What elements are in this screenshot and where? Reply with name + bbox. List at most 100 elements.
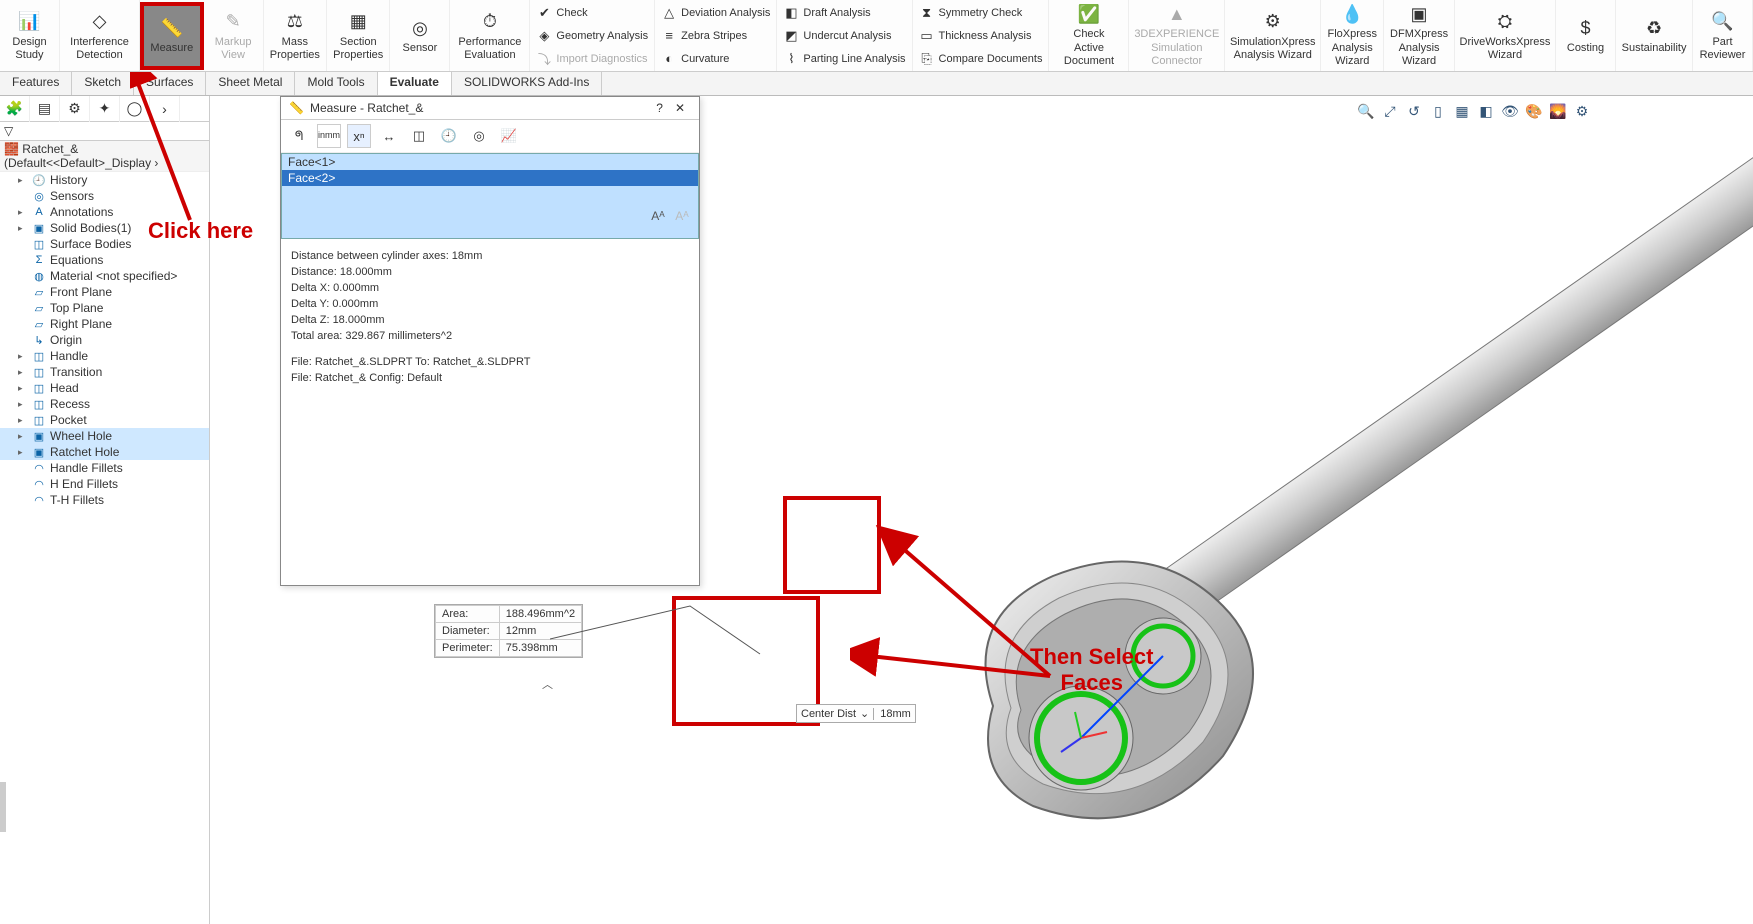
part-reviewer-button[interactable]: 🔍PartReviewer (1693, 0, 1753, 72)
close-icon[interactable]: ✕ (669, 101, 691, 115)
measure-dialog[interactable]: 📏 Measure - Ratchet_& ? ✕ ᖗ inmm xⁿ ↔ ◫ … (280, 96, 700, 586)
tree-filter[interactable]: ▽ (0, 122, 209, 141)
measure-font-controls: Aᴬ Aᴬ (649, 207, 691, 225)
tab-sheet-metal[interactable]: Sheet Metal (206, 72, 295, 95)
geometry-analysis-button[interactable]: ◈Geometry Analysis (536, 28, 648, 44)
result-dist-axes: Distance between cylinder axes: 18mm (291, 249, 689, 265)
tab-evaluate[interactable]: Evaluate (378, 72, 452, 95)
create-sensor-icon[interactable]: ◎ (467, 124, 491, 148)
tree-tab-config-manager-icon[interactable]: ⚙ (60, 96, 90, 122)
tab-mold-tools[interactable]: Mold Tools (295, 72, 377, 95)
mass-properties-button[interactable]: ⚖MassProperties (264, 0, 327, 72)
tree-sensors[interactable]: ◎Sensors (0, 188, 209, 204)
driveworksxpress-button[interactable]: ⛭DriveWorksXpressWizard (1455, 0, 1556, 72)
tree-recess[interactable]: ▸◫Recess (0, 396, 209, 412)
tree-scroll-handle[interactable] (0, 782, 6, 832)
tree-origin[interactable]: ↳Origin (0, 332, 209, 348)
compare-documents-button[interactable]: ⎘Compare Documents (919, 51, 1043, 67)
floxpress-button[interactable]: 💧FloXpressAnalysisWizard (1321, 0, 1384, 72)
tree-equations[interactable]: ΣEquations (0, 252, 209, 268)
simulationxpress-button[interactable]: ⚙SimulationXpressAnalysis Wizard (1225, 0, 1321, 72)
callout-per-label: Perimeter: (436, 640, 500, 657)
sensor-button[interactable]: ◎Sensor (390, 0, 450, 72)
design-study-button[interactable]: 📊DesignStudy (0, 0, 60, 72)
zebra-stripes-button[interactable]: ≡Zebra Stripes (661, 28, 770, 44)
selection-face1[interactable]: Face<1> (282, 154, 698, 170)
tree-tab-dimxpert-icon[interactable]: ✦ (90, 96, 120, 122)
curvature-button[interactable]: ◐Curvature (661, 51, 770, 67)
tree-front-plane[interactable]: ▱Front Plane (0, 284, 209, 300)
graphics-viewport[interactable]: 🔍 ⤢ ↺ ▯ ▦ ◧ 👁 🎨 🌄 ⚙ (210, 96, 1753, 924)
tree-tab-feature-manager-icon[interactable]: 🧩 (0, 96, 30, 122)
check-active-icon: ✅ (1077, 4, 1101, 26)
help-icon[interactable]: ? (656, 101, 663, 115)
dfmxpress-button[interactable]: ▣DFMXpressAnalysisWizard (1384, 0, 1455, 72)
selection-face2[interactable]: Face<2> (282, 170, 698, 186)
tree-handle-fillets[interactable]: ◠Handle Fillets (0, 460, 209, 476)
tree-handle[interactable]: ▸◫Handle (0, 348, 209, 364)
solid-bodies-icon: ▣ (32, 221, 46, 235)
section-properties-button[interactable]: ▦SectionProperties (327, 0, 390, 72)
interference-detection-button[interactable]: ◇InterferenceDetection (60, 0, 140, 72)
thickness-analysis-button[interactable]: ▭Thickness Analysis (919, 28, 1043, 44)
annotations-icon: A (32, 205, 46, 219)
history-icon[interactable]: 🕘 (437, 124, 461, 148)
thickness-icon: ▭ (919, 28, 935, 44)
markup-icon: ✎ (221, 10, 245, 34)
measure-button[interactable]: 📏Measure (140, 2, 204, 70)
check-button[interactable]: ✔Check (536, 5, 648, 21)
measure-app-icon: 📏 (289, 101, 304, 115)
measure-selection-list[interactable]: Face<1> Face<2> (281, 153, 699, 239)
tree-history[interactable]: ▸🕘History (0, 172, 209, 188)
font-decrease-icon[interactable]: Aᴬ (673, 207, 691, 225)
sensor-icon: ◎ (408, 16, 432, 40)
tree-head[interactable]: ▸◫Head (0, 380, 209, 396)
symmetry-check-button[interactable]: ⧗Symmetry Check (919, 5, 1043, 21)
fillet-icon: ◠ (32, 493, 46, 507)
performance-eval-button[interactable]: ⏱PerformanceEvaluation (450, 0, 530, 72)
annotation-select-faces: Then SelectFaces (1030, 644, 1153, 696)
tree-transition[interactable]: ▸◫Transition (0, 364, 209, 380)
tree-pocket[interactable]: ▸◫Pocket (0, 412, 209, 428)
parting-line-button[interactable]: ⌇Parting Line Analysis (783, 51, 905, 67)
tree-root[interactable]: 🧱 Ratchet_& (Default<<Default>_Display › (0, 141, 209, 172)
tab-surfaces[interactable]: Surfaces (134, 72, 206, 95)
sustainability-button[interactable]: ♻Sustainability (1616, 0, 1693, 72)
font-increase-icon[interactable]: Aᴬ (649, 207, 667, 225)
undercut-icon: ◩ (783, 28, 799, 44)
tree-th-fillets[interactable]: ◠T-H Fillets (0, 492, 209, 508)
tree-right-plane[interactable]: ▱Right Plane (0, 316, 209, 332)
projected-icon[interactable]: ◫ (407, 124, 431, 148)
tab-features[interactable]: Features (0, 72, 72, 95)
tree-ratchet-hole[interactable]: ▸▣Ratchet Hole (0, 444, 209, 460)
draft-analysis-button[interactable]: ◧Draft Analysis (783, 5, 905, 21)
tab-addins[interactable]: SOLIDWORKS Add-Ins (452, 72, 602, 95)
tree-wheel-hole[interactable]: ▸▣Wheel Hole (0, 428, 209, 444)
costing-button[interactable]: $Costing (1556, 0, 1616, 72)
callout-dia-value: 12mm (499, 623, 581, 640)
measure-titlebar[interactable]: 📏 Measure - Ratchet_& ? ✕ (281, 97, 699, 120)
check-active-doc-button[interactable]: ✅Check ActiveDocument (1049, 0, 1129, 72)
tree-material[interactable]: ◍Material <not specified> (0, 268, 209, 284)
point-to-point-icon[interactable]: ↔ (377, 124, 401, 148)
tree-tab-overflow-icon[interactable]: › (150, 96, 180, 122)
feature-icon: ◫ (32, 349, 46, 363)
undercut-analysis-button[interactable]: ◩Undercut Analysis (783, 28, 905, 44)
section-icon: ▦ (346, 10, 370, 34)
tree-h-end-fillets[interactable]: ◠H End Fillets (0, 476, 209, 492)
dfmx-icon: ▣ (1407, 4, 1431, 26)
tree-top-plane[interactable]: ▱Top Plane (0, 300, 209, 316)
xyz-mode-icon[interactable]: xⁿ (347, 124, 371, 148)
cut-icon: ▣ (32, 445, 46, 459)
units-button[interactable]: inmm (317, 124, 341, 148)
center-dist-dropdown-icon[interactable]: ⌄ (856, 707, 873, 720)
cut-icon: ▣ (32, 429, 46, 443)
chart-icon[interactable]: 📈 (497, 124, 521, 148)
tree-tab-display-manager-icon[interactable]: ◯ (120, 96, 150, 122)
feature-icon: ◫ (32, 381, 46, 395)
collapse-icon[interactable]: ︿ (542, 676, 553, 692)
arc-mode-icon[interactable]: ᖗ (287, 124, 311, 148)
tree-tab-property-manager-icon[interactable]: ▤ (30, 96, 60, 122)
deviation-analysis-button[interactable]: △Deviation Analysis (661, 5, 770, 21)
tab-sketch[interactable]: Sketch (72, 72, 134, 95)
